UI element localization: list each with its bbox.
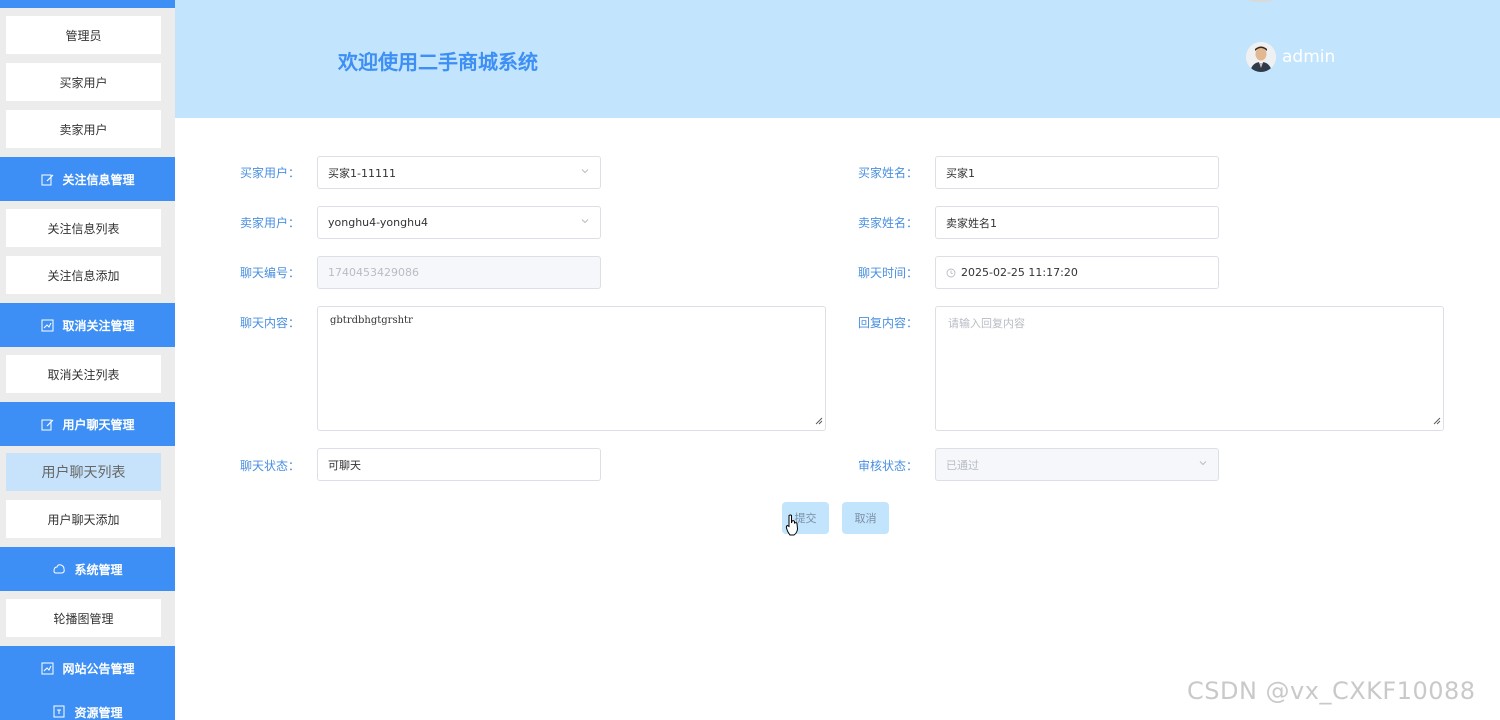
sidebar-item-follow-add[interactable]: 关注信息添加 (6, 256, 161, 294)
chat-content-textarea[interactable]: gbtrdbhgtgrshtr (317, 306, 826, 431)
sidebar-item-label: 关注信息添加 (47, 268, 120, 283)
page-title: 欢迎使用二手商城系统 (338, 50, 538, 74)
chat-id-value: 1740453429086 (328, 266, 419, 279)
sidebar-section-system[interactable]: 系统管理 (0, 547, 175, 591)
chat-id-label: 聊天编号： (239, 266, 300, 280)
chat-id-field: 1740453429086 (317, 256, 601, 289)
resize-handle-icon[interactable] (1433, 415, 1441, 428)
sidebar-item-follow-list[interactable]: 关注信息列表 (6, 209, 161, 247)
chevron-down-icon (1198, 458, 1208, 471)
sidebar-item-label: 买家用户 (59, 75, 108, 90)
sidebar-section-title: 关注信息管理 (62, 172, 135, 187)
chat-content-value: gbtrdbhgtgrshtr (330, 315, 413, 326)
seller-name-field[interactable]: 卖家姓名1 (935, 206, 1219, 239)
sidebar-section-title: 系统管理 (74, 562, 123, 577)
seller-name-value: 卖家姓名1 (946, 216, 997, 230)
sidebar-item-label: 管理员 (65, 28, 102, 43)
chat-time-value: 2025-02-25 11:17:20 (961, 266, 1078, 279)
sidebar-item-label: 卖家用户 (59, 122, 108, 137)
sidebar-section-resource[interactable]: 资源管理 (0, 690, 175, 720)
review-status-label: 审核状态： (857, 459, 918, 473)
sidebar-item-label: 用户聊天添加 (47, 512, 120, 527)
review-status-value: 已通过 (946, 458, 979, 472)
sidebar-item-label: 关注信息列表 (47, 221, 120, 236)
resize-handle-icon[interactable] (815, 417, 823, 428)
watermark: CSDN @vx_CXKF10088 (1187, 677, 1476, 705)
seller-user-value: yonghu4-yonghu4 (328, 216, 429, 229)
seller-user-select[interactable]: yonghu4-yonghu4 (317, 206, 601, 239)
reply-content-placeholder: 请输入回复内容 (948, 317, 1025, 330)
chat-time-picker[interactable]: 2025-02-25 11:17:20 (935, 256, 1219, 289)
sidebar-item-label: 取消关注列表 (47, 367, 120, 382)
chevron-down-icon (580, 166, 590, 179)
sidebar-item-chat-list[interactable]: 用户聊天列表 (6, 453, 161, 491)
chevron-down-icon (580, 216, 590, 229)
sidebar-section-follow[interactable]: 关注信息管理 (0, 157, 175, 201)
sidebar-section-title: 资源管理 (74, 706, 123, 720)
hand-cursor-icon (785, 514, 799, 540)
edit-icon (40, 172, 54, 186)
avatar-shadow (1246, 0, 1276, 2)
sidebar-section-notice[interactable]: 网站公告管理 (0, 646, 175, 690)
chat-time-label: 聊天时间： (857, 266, 918, 280)
sidebar-item-admin[interactable]: 管理员 (6, 16, 161, 54)
sidebar-section-title: 网站公告管理 (62, 661, 135, 676)
chat-content-label: 聊天内容： (239, 316, 300, 330)
top-header: 欢迎使用二手商城系统 admin (175, 0, 1500, 118)
avatar[interactable] (1246, 42, 1276, 72)
user-name[interactable]: admin (1282, 47, 1335, 67)
buyer-name-field[interactable]: 买家1 (935, 156, 1219, 189)
seller-name-label: 卖家姓名： (857, 216, 918, 230)
reply-content-label: 回复内容： (857, 316, 918, 330)
buyer-name-value: 买家1 (946, 166, 975, 180)
clock-icon (946, 268, 956, 278)
sidebar-section-unfollow[interactable]: 取消关注管理 (0, 303, 175, 347)
sidebar-item-carousel[interactable]: 轮播图管理 (6, 599, 161, 637)
chart-icon (40, 661, 54, 675)
buyer-user-label: 买家用户： (239, 166, 300, 180)
chat-status-value: 可聊天 (328, 458, 361, 472)
buyer-user-select[interactable]: 买家1-11111 (317, 156, 601, 189)
reply-content-textarea[interactable]: 请输入回复内容 (935, 306, 1444, 431)
sidebar-top-accent (0, 0, 175, 8)
doc-icon (52, 704, 66, 718)
sidebar: 管理员 买家用户 卖家用户 关注信息管理 关注信息列表 关注信息添加 取消关注管… (0, 0, 175, 720)
sidebar-item-seller-users[interactable]: 卖家用户 (6, 110, 161, 148)
chat-status-field[interactable]: 可聊天 (317, 448, 601, 481)
cloud-icon (52, 562, 66, 576)
sidebar-item-chat-add[interactable]: 用户聊天添加 (6, 500, 161, 538)
seller-user-label: 卖家用户： (239, 216, 300, 230)
chat-status-label: 聊天状态： (239, 459, 300, 473)
sidebar-section-title: 用户聊天管理 (62, 417, 135, 432)
sidebar-item-label: 轮播图管理 (53, 611, 114, 626)
review-status-select: 已通过 (935, 448, 1219, 481)
chart-icon (40, 318, 54, 332)
buyer-name-label: 买家姓名： (857, 166, 918, 180)
sidebar-item-label: 用户聊天列表 (41, 465, 126, 481)
sidebar-item-buyer-users[interactable]: 买家用户 (6, 63, 161, 101)
buyer-user-value: 买家1-11111 (328, 166, 396, 180)
sidebar-item-unfollow-list[interactable]: 取消关注列表 (6, 355, 161, 393)
cancel-button[interactable]: 取消 (842, 502, 889, 534)
sidebar-section-chat[interactable]: 用户聊天管理 (0, 402, 175, 446)
edit-icon (40, 417, 54, 431)
sidebar-section-title: 取消关注管理 (62, 318, 135, 333)
